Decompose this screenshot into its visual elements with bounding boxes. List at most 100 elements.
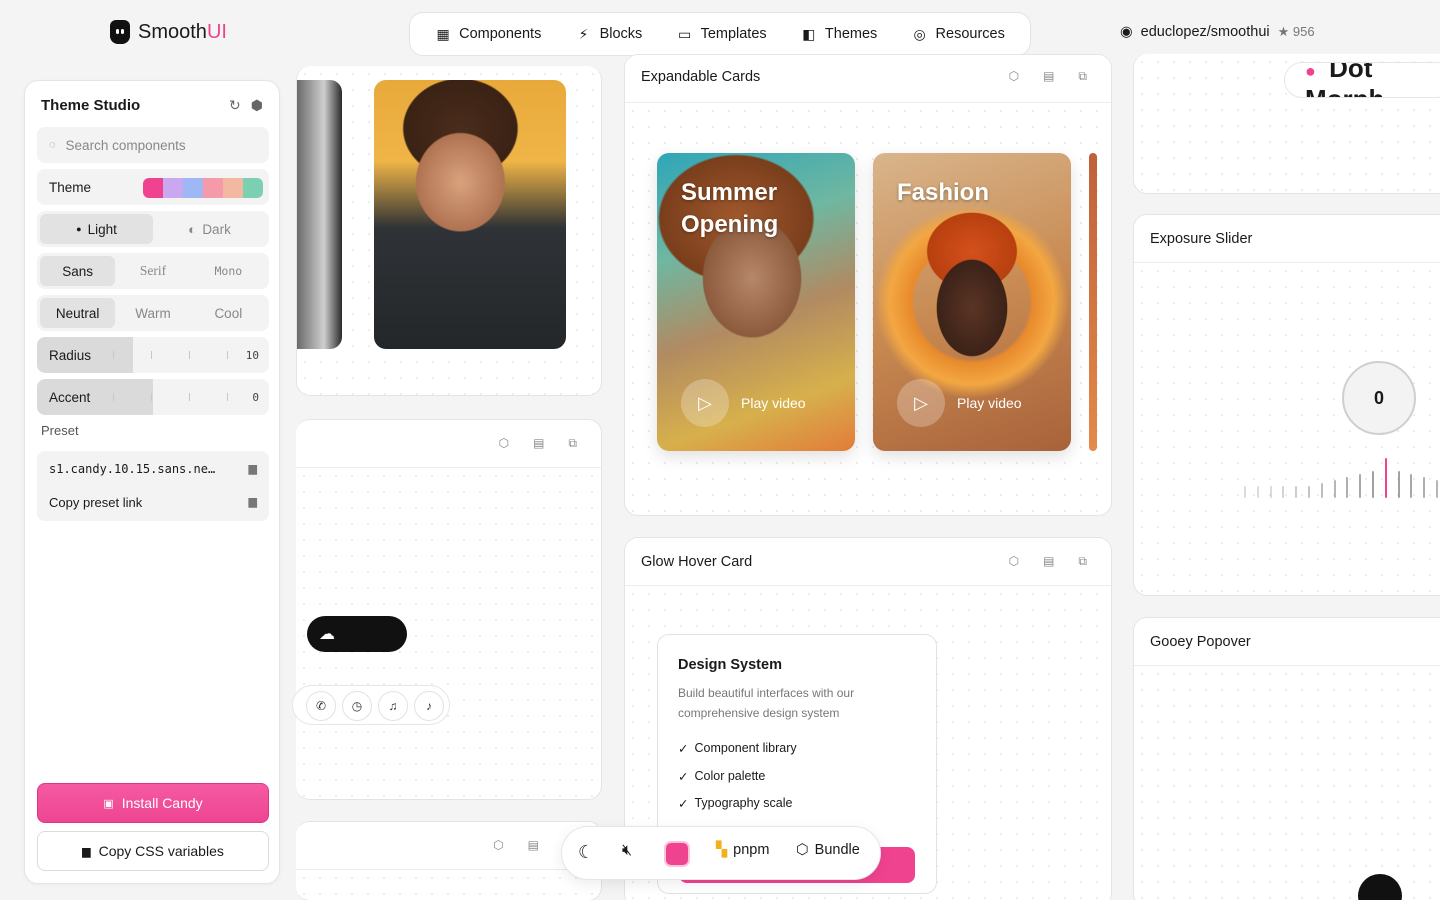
exposure-tick xyxy=(1295,486,1298,498)
radius-slider[interactable]: Radius 10 xyxy=(37,337,269,373)
expandable-card-summer[interactable]: Summer Opening ▷ Play video xyxy=(657,153,855,451)
code-icon[interactable]: ▤ xyxy=(1043,554,1054,569)
preset-box: s1.candy.10.15.sans.ne… ▆ Copy preset li… xyxy=(37,451,269,521)
tone-neutral[interactable]: Neutral xyxy=(40,298,116,328)
moon-icon[interactable]: ☾ xyxy=(578,842,594,863)
cube-icon[interactable]: ⬡ xyxy=(1009,69,1019,84)
exposure-tick xyxy=(1244,486,1246,498)
bundle-button[interactable]: ⬡ Bundle xyxy=(796,842,860,858)
dot-icon: ● xyxy=(76,224,82,234)
music-icon[interactable]: ♪ xyxy=(414,691,444,721)
card-title: Gooey Popover xyxy=(1150,634,1251,650)
open-icon[interactable]: ⧉ xyxy=(1078,69,1087,84)
accent-swatch[interactable] xyxy=(666,843,688,865)
photo-portrait xyxy=(374,80,566,349)
window-icon: ▭ xyxy=(677,25,692,42)
tone-cool[interactable]: Cool xyxy=(191,298,266,328)
font-serif[interactable]: Serif xyxy=(115,256,190,286)
exposure-tick xyxy=(1372,471,1374,498)
timer-icon[interactable]: ◷ xyxy=(342,691,372,721)
accent-slider[interactable]: Accent 0 xyxy=(37,379,269,415)
install-button[interactable]: ▣ Install Candy xyxy=(37,783,269,823)
copy-icon[interactable]: ▆ xyxy=(249,462,257,475)
exposure-tick xyxy=(1346,477,1349,498)
theme-swatch[interactable] xyxy=(183,178,203,198)
play-video-button[interactable]: ▷ Play video xyxy=(897,379,1022,427)
nav-themes[interactable]: ◧ Themes xyxy=(801,26,877,43)
check-icon: ✓ xyxy=(678,797,689,811)
play-video-button[interactable]: ▷ Play video xyxy=(681,379,806,427)
search-input[interactable]: ◌ Search components xyxy=(37,127,269,163)
preset-code[interactable]: s1.candy.10.15.sans.ne… xyxy=(49,462,215,476)
cube-icon[interactable]: ⬡ xyxy=(1009,554,1019,569)
phone-icon[interactable]: ✆ xyxy=(306,691,336,721)
exposure-dial[interactable]: 0 xyxy=(1342,361,1416,435)
pnpm-icon: ▚ xyxy=(716,842,728,858)
copy-icon[interactable]: ▆ xyxy=(249,495,257,508)
search-icon: ◌ xyxy=(49,139,56,151)
icon-toolbar: ✆ ◷ ♫ ♪ xyxy=(292,685,450,725)
font-toggle: Sans Serif Mono xyxy=(37,253,269,289)
box-icon: ⬡ xyxy=(796,842,809,858)
font-sans[interactable]: Sans xyxy=(40,256,116,286)
cube-icon[interactable]: ⬡ xyxy=(493,838,503,852)
theme-swatch[interactable] xyxy=(223,178,243,198)
code-icon[interactable]: ▤ xyxy=(533,436,544,451)
dot-morph-pill[interactable]: ● Dot Morph xyxy=(1284,62,1440,98)
theme-swatch[interactable] xyxy=(243,178,263,198)
nav-templates[interactable]: ▭ Templates xyxy=(677,26,767,43)
logo-mark-icon xyxy=(110,20,130,44)
open-icon[interactable]: ⧉ xyxy=(568,436,577,451)
code-icon[interactable]: ▤ xyxy=(528,838,539,852)
brand-logo[interactable]: SmoothUI xyxy=(110,20,227,44)
expandable-card-peek[interactable] xyxy=(1089,153,1097,451)
panel-title: Theme Studio xyxy=(41,97,141,114)
bell-icon[interactable]: ♫ xyxy=(378,691,408,721)
tone-warm[interactable]: Warm xyxy=(115,298,190,328)
play-icon: ▷ xyxy=(897,379,945,427)
gooey-popover-card: Gooey Popover xyxy=(1133,617,1440,900)
theme-swatch[interactable] xyxy=(143,178,163,198)
top-nav: ▦ Components ⚡ Blocks ▭ Templates ◧ Themes ◎… xyxy=(409,12,1031,56)
theme-swatches[interactable] xyxy=(143,178,263,198)
expandable-cards-card: Expandable Cards ⬡ ▤ ⧉ Summer Opening ▷ P… xyxy=(624,54,1112,516)
open-icon[interactable]: ⧉ xyxy=(1078,554,1087,569)
exposure-tick xyxy=(1256,486,1259,498)
exposure-tick xyxy=(1282,486,1285,498)
theme-picker[interactable]: Theme xyxy=(37,169,269,205)
exposure-tick xyxy=(1269,486,1272,498)
exposure-tick xyxy=(1359,474,1362,498)
cube-icon[interactable]: ⬡ xyxy=(499,436,509,451)
mute-icon[interactable]: 🔇︎ xyxy=(622,842,632,860)
reset-icon[interactable]: ↻ xyxy=(229,97,241,114)
tone-toggle: Neutral Warm Cool xyxy=(37,295,269,331)
font-mono[interactable]: Mono xyxy=(191,256,266,286)
popover-trigger[interactable] xyxy=(1358,874,1402,900)
github-link[interactable]: ◉ educlopez/smoothui ★ 956 xyxy=(1120,24,1315,40)
component-card: ⬡ ▤ xyxy=(296,821,602,900)
copy-preset-link[interactable]: Copy preset link xyxy=(49,495,142,510)
exposure-tick xyxy=(1333,480,1336,498)
photo-grayscale xyxy=(297,80,342,349)
list-item: ✓ Color palette xyxy=(678,769,766,784)
exposure-tick xyxy=(1384,458,1387,498)
nav-components[interactable]: ▦ Components xyxy=(435,26,542,43)
bottom-dock: ☾ 🔇︎ ▚ pnpm ⬡ Bundle xyxy=(561,826,881,880)
nav-resources[interactable]: ◎ Resources xyxy=(912,26,1004,43)
package-manager[interactable]: ▚ pnpm xyxy=(716,842,769,858)
mode-dark[interactable]: ◐ Dark xyxy=(153,214,266,244)
nav-blocks[interactable]: ⚡ Blocks xyxy=(576,26,643,43)
photo-card xyxy=(296,66,602,396)
expandable-card-fashion[interactable]: Fashion ▷ Play video xyxy=(873,153,1071,451)
mode-light[interactable]: ● Light xyxy=(40,214,153,244)
code-icon[interactable]: ▤ xyxy=(1043,69,1054,84)
card-title: Exposure Slider xyxy=(1150,231,1253,247)
theme-swatch[interactable] xyxy=(163,178,183,198)
exposure-slider-card: Exposure Slider 0 xyxy=(1133,214,1440,596)
randomize-icon[interactable]: ⬢ xyxy=(251,97,263,114)
dynamic-island-pill[interactable]: ☁ xyxy=(307,616,407,652)
copy-css-button[interactable]: ▆ Copy CSS variables xyxy=(37,831,269,871)
palette-icon: ◧ xyxy=(802,25,816,42)
theme-swatch[interactable] xyxy=(203,178,223,198)
component-card: ⬡ ▤ ⧉ xyxy=(296,419,602,800)
